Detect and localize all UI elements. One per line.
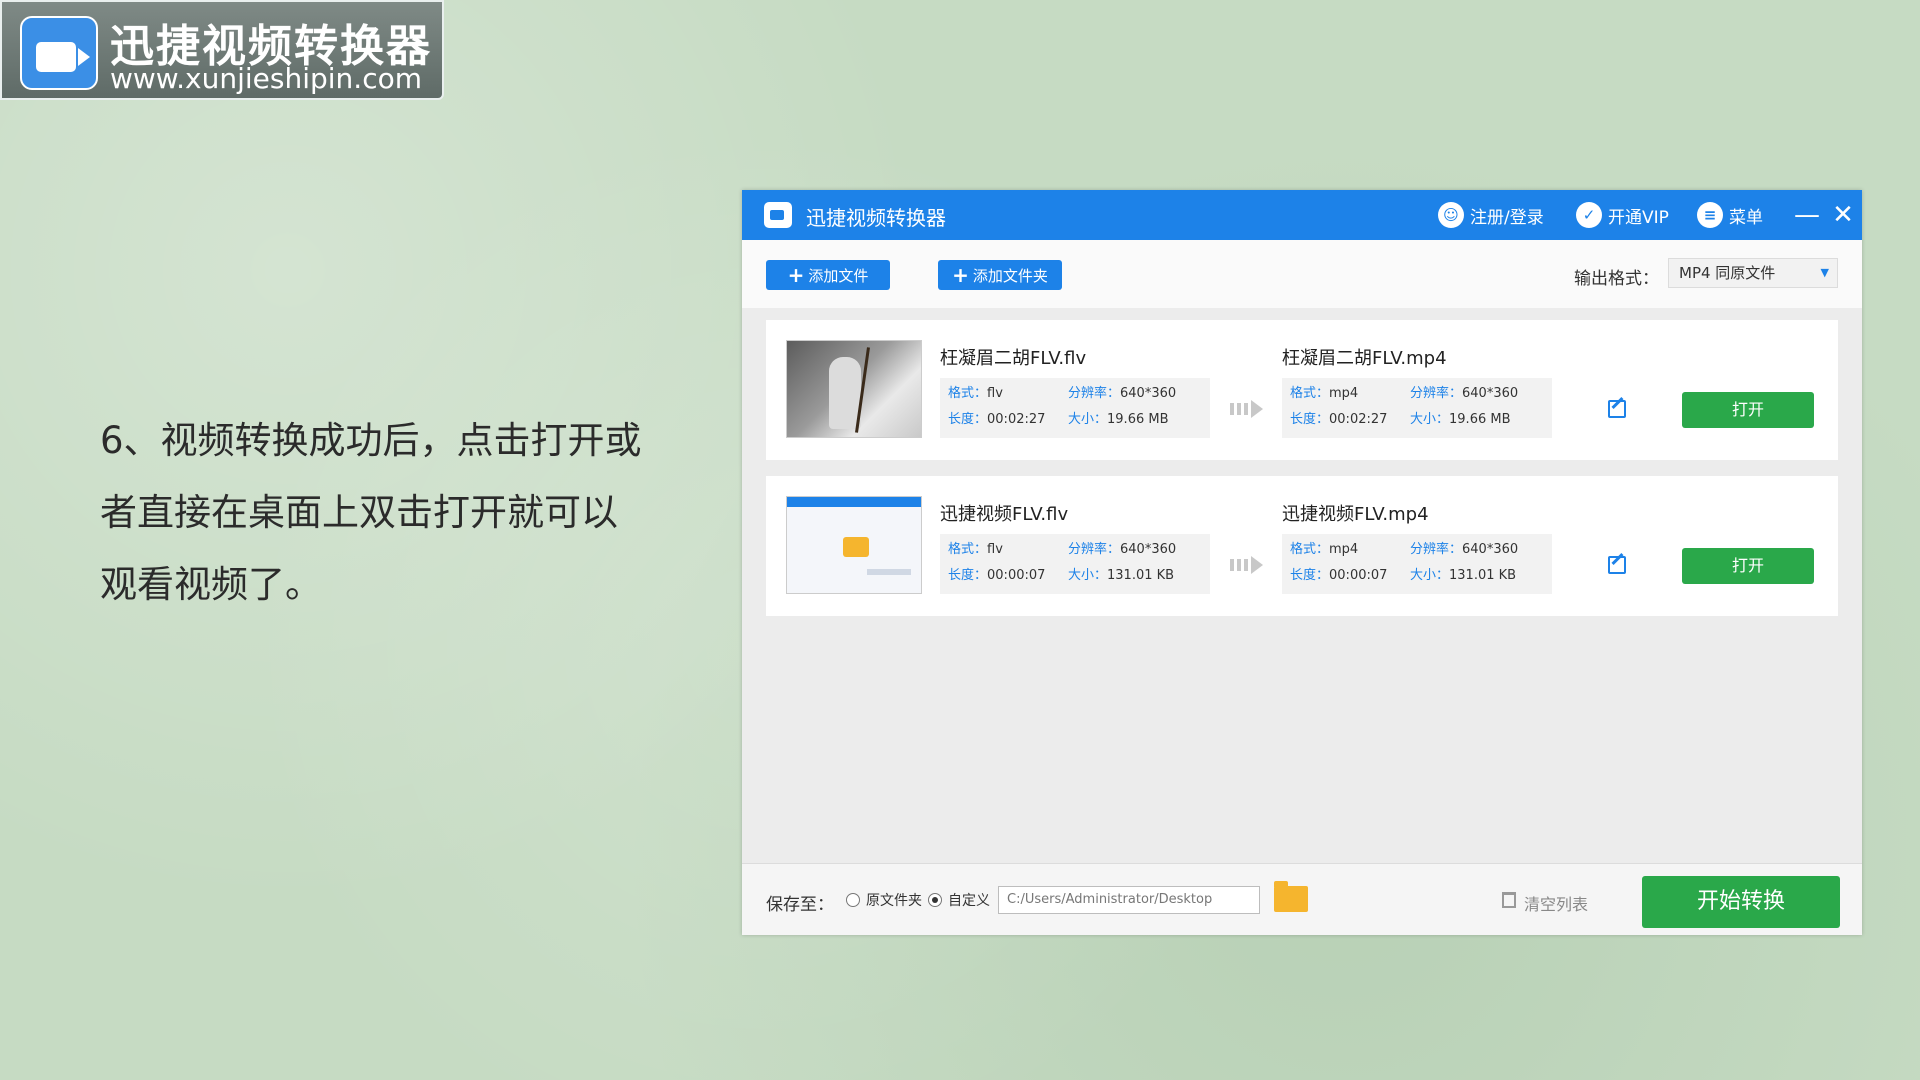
format-key: 格式： [948, 542, 988, 557]
logo-url: www.xunjieshipin.com [110, 62, 422, 95]
layers-icon: ≡ [1697, 202, 1723, 228]
resolution-key: 分辨率： [1068, 542, 1121, 557]
target-duration: 00:00:07 [1329, 568, 1388, 583]
duration-key: 长度： [948, 568, 988, 583]
size-key: 大小： [1410, 568, 1450, 583]
radio-original-folder[interactable] [846, 893, 860, 907]
add-file-label: 添加文件 [808, 266, 869, 285]
target-size: 131.01 KB [1449, 568, 1517, 583]
clear-list-button[interactable]: 清空列表 [1524, 891, 1588, 915]
minimize-button[interactable]: — [1792, 198, 1822, 232]
open-button[interactable]: 打开 [1682, 392, 1814, 428]
radio-custom-folder-label[interactable]: 自定义 [948, 890, 990, 910]
duration-key: 长度： [1290, 412, 1330, 427]
file-list: 枉凝眉二胡FLV.flv 格式：flv 分辨率：640*360 长度：00:02… [742, 308, 1862, 863]
file-row: 迅捷视频FLV.flv 格式：flv 分辨率：640*360 长度：00:00:… [766, 476, 1838, 616]
output-format-label: 输出格式： [1574, 269, 1659, 289]
source-size: 131.01 KB [1107, 568, 1175, 583]
vip-button[interactable]: ✓ 开通VIP [1576, 202, 1669, 228]
title-bar: 迅捷视频转换器 ☺ 注册/登录 ✓ 开通VIP ≡ 菜单 — ✕ [742, 190, 1862, 240]
cart-icon: ✓ [1576, 202, 1602, 228]
edit-icon[interactable] [1608, 556, 1626, 574]
resolution-key: 分辨率： [1410, 386, 1463, 401]
target-file-name: 迅捷视频FLV.mp4 [1282, 504, 1429, 525]
login-label: 注册/登录 [1470, 207, 1544, 228]
dropdown-caret-icon: ▼ [1820, 266, 1829, 279]
file-row: 枉凝眉二胡FLV.flv 格式：flv 分辨率：640*360 长度：00:02… [766, 320, 1838, 460]
source-format: flv [987, 542, 1003, 557]
video-thumbnail [786, 496, 922, 594]
edit-icon[interactable] [1608, 400, 1626, 418]
vip-label: 开通VIP [1608, 207, 1669, 228]
target-format: mp4 [1329, 542, 1359, 557]
format-key: 格式： [1290, 542, 1330, 557]
output-path-input[interactable]: C:/Users/Administrator/Desktop [998, 886, 1260, 914]
app-title: 迅捷视频转换器 [806, 206, 946, 230]
plus-icon: + [952, 263, 969, 287]
bottom-bar: 保存至： 原文件夹 自定义 C:/Users/Administrator/Des… [742, 863, 1862, 935]
menu-label: 菜单 [1729, 207, 1763, 228]
convert-arrow-icon [1230, 554, 1270, 574]
target-duration: 00:02:27 [1329, 412, 1388, 427]
size-key: 大小： [1410, 412, 1450, 427]
size-key: 大小： [1068, 412, 1108, 427]
video-camera-logo-icon [20, 16, 98, 90]
format-key: 格式： [948, 386, 988, 401]
duration-key: 长度： [1290, 568, 1330, 583]
source-resolution: 640*360 [1120, 542, 1177, 557]
add-folder-label: 添加文件夹 [972, 266, 1048, 285]
site-logo-badge: 迅捷视频转换器 www.xunjieshipin.com [0, 0, 444, 100]
output-format-select[interactable]: MP4 同原文件 ▼ [1668, 258, 1838, 288]
source-file-name: 迅捷视频FLV.flv [940, 504, 1069, 525]
source-info-box: 格式：flv 分辨率：640*360 长度：00:00:07 大小：131.01… [940, 534, 1210, 594]
source-info-box: 格式：flv 分辨率：640*360 长度：00:02:27 大小：19.66 … [940, 378, 1210, 438]
add-folder-button[interactable]: + 添加文件夹 [938, 260, 1062, 290]
target-format: mp4 [1329, 386, 1359, 401]
target-info-box: 格式：mp4 分辨率：640*360 长度：00:00:07 大小：131.01… [1282, 534, 1552, 594]
instruction-line-1: 6、视频转换成功后，点击打开或 [100, 419, 642, 462]
target-size: 19.66 MB [1449, 412, 1511, 427]
target-file-name: 枉凝眉二胡FLV.mp4 [1282, 348, 1447, 369]
start-convert-button[interactable]: 开始转换 [1642, 876, 1840, 928]
radio-original-folder-label[interactable]: 原文件夹 [866, 890, 922, 910]
convert-arrow-icon [1230, 398, 1270, 418]
source-file-name: 枉凝眉二胡FLV.flv [940, 348, 1087, 369]
login-button[interactable]: ☺ 注册/登录 [1438, 202, 1544, 228]
target-resolution: 640*360 [1462, 386, 1519, 401]
output-format-value: MP4 同原文件 [1679, 264, 1776, 282]
user-icon: ☺ [1438, 202, 1464, 228]
instruction-text: 6、视频转换成功后，点击打开或 者直接在桌面上双击打开就可以 观看视频了。 [100, 405, 700, 621]
folder-icon[interactable] [1274, 881, 1308, 912]
toolbar: + 添加文件 + 添加文件夹 输出格式： MP4 同原文件 ▼ [742, 240, 1862, 308]
app-logo-icon [764, 202, 792, 228]
add-file-button[interactable]: + 添加文件 [766, 260, 890, 290]
target-resolution: 640*360 [1462, 542, 1519, 557]
save-to-label: 保存至： [766, 895, 834, 915]
duration-key: 长度： [948, 412, 988, 427]
source-size: 19.66 MB [1107, 412, 1169, 427]
source-duration: 00:02:27 [987, 412, 1046, 427]
resolution-key: 分辨率： [1410, 542, 1463, 557]
app-window: 迅捷视频转换器 ☺ 注册/登录 ✓ 开通VIP ≡ 菜单 — ✕ + 添加文件 … [742, 190, 1862, 935]
source-format: flv [987, 386, 1003, 401]
resolution-key: 分辨率： [1068, 386, 1121, 401]
target-info-box: 格式：mp4 分辨率：640*360 长度：00:02:27 大小：19.66 … [1282, 378, 1552, 438]
trash-icon[interactable] [1502, 892, 1516, 908]
size-key: 大小： [1068, 568, 1108, 583]
format-key: 格式： [1290, 386, 1330, 401]
source-resolution: 640*360 [1120, 386, 1177, 401]
video-thumbnail [786, 340, 922, 438]
close-button[interactable]: ✕ [1828, 198, 1858, 232]
open-button[interactable]: 打开 [1682, 548, 1814, 584]
instruction-line-2: 者直接在桌面上双击打开就可以 [100, 491, 618, 534]
instruction-line-3: 观看视频了。 [100, 563, 322, 606]
radio-custom-folder[interactable] [928, 893, 942, 907]
menu-button[interactable]: ≡ 菜单 [1697, 202, 1763, 228]
source-duration: 00:00:07 [987, 568, 1046, 583]
plus-icon: + [787, 263, 805, 287]
